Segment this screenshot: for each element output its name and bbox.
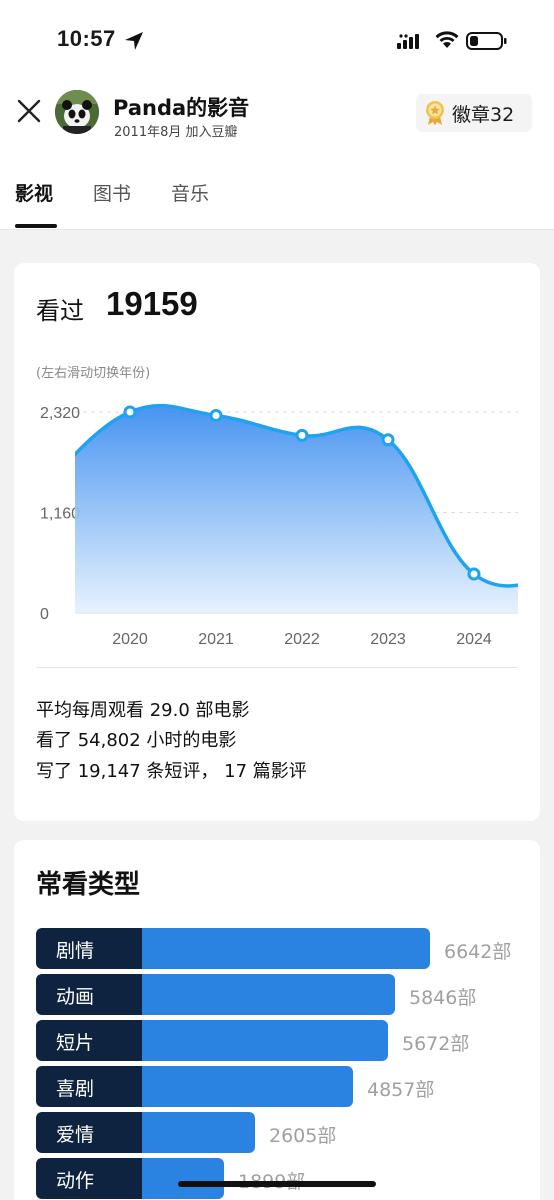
genre-label-box: 动画 [36, 974, 142, 1015]
y-tick-label: 1,160 [40, 506, 80, 523]
medal-icon [426, 101, 444, 125]
genre-label-box: 短片 [36, 1020, 142, 1061]
x-tick-label: 2020 [112, 631, 148, 648]
genre-label: 动作 [56, 1170, 95, 1192]
close-icon[interactable] [14, 96, 44, 126]
data-point[interactable] [467, 567, 481, 581]
x-tick-label: 2022 [284, 631, 320, 648]
genre-label: 剧情 [56, 940, 95, 962]
genre-bar [142, 1158, 224, 1199]
profile-header: Panda的影音 2011年8月 加入豆瓣 徽章32 [0, 78, 554, 166]
hours-watched-stat: 看了 54,802 小时的电影 [36, 730, 237, 751]
y-tick-label: 0 [40, 606, 49, 623]
status-bar: 10:57 [0, 0, 554, 78]
tab-movies[interactable]: 影视 [15, 179, 53, 206]
genre-bar [142, 974, 395, 1015]
genre-count: 5672部 [402, 1033, 470, 1055]
genre-label-box: 喜剧 [36, 1066, 142, 1107]
join-date: 2011年8月 加入豆瓣 [114, 125, 238, 140]
tab-music[interactable]: 音乐 [171, 179, 209, 206]
genre-count: 5846部 [409, 987, 477, 1009]
genre-label: 喜剧 [56, 1078, 95, 1100]
home-indicator [178, 1181, 376, 1187]
data-point[interactable] [123, 405, 137, 419]
tab-books[interactable]: 图书 [93, 179, 131, 206]
swipe-hint: (左右滑动切换年份) [36, 366, 151, 381]
genre-label-box: 剧情 [36, 928, 142, 969]
x-tick-label: 2021 [198, 631, 234, 648]
reviews-stat: 写了 19,147 条短评， 17 篇影评 [36, 761, 307, 782]
active-tab-indicator [15, 224, 57, 228]
badges-button[interactable]: 徽章32 [416, 94, 532, 132]
divider [36, 667, 518, 668]
area-fill [75, 405, 518, 613]
genre-label-box: 爱情 [36, 1112, 142, 1153]
genre-bar [142, 928, 430, 969]
location-arrow-icon [125, 32, 143, 50]
data-point[interactable] [381, 433, 395, 447]
genre-bar [142, 1112, 255, 1153]
data-point[interactable] [209, 408, 223, 422]
avatar[interactable] [55, 90, 99, 134]
genre-label: 动画 [56, 986, 95, 1008]
data-point[interactable] [295, 428, 309, 442]
watched-summary-card: 看过 19159 (左右滑动切换年份) 2,320 1,160 0 2020 2021 2… [14, 263, 540, 821]
panda-avatar-icon [55, 90, 99, 134]
wifi-icon [435, 31, 459, 48]
genre-count: 4857部 [367, 1079, 435, 1101]
x-tick-label: 2024 [456, 631, 492, 648]
watched-label: 看过 [36, 297, 84, 325]
genres-card: 常看类型 剧情 6642部动画 5846部短片 5672部喜剧 4857部爱情 2605部… [14, 840, 540, 1200]
genre-label: 爱情 [56, 1124, 95, 1146]
genre-bar [142, 1066, 353, 1107]
genre-count: 6642部 [444, 941, 512, 963]
x-tick-label: 2023 [370, 631, 406, 648]
genre-label: 短片 [56, 1032, 95, 1054]
yearly-watched-chart[interactable]: 2,320 1,160 0 2020 2021 2022 2023 2024 [14, 388, 540, 658]
status-time: 10:57 [57, 26, 116, 51]
genre-bar [142, 1020, 388, 1061]
genre-count: 2605部 [269, 1125, 337, 1147]
genres-title: 常看类型 [36, 870, 141, 900]
watched-count: 19159 [106, 285, 198, 322]
page-title: Panda的影音 [113, 96, 250, 120]
badges-label: 徽章32 [452, 103, 515, 126]
y-tick-label: 2,320 [40, 405, 80, 422]
avg-weekly-stat: 平均每周观看 29.0 部电影 [36, 700, 250, 721]
category-tabs: 影视 图书 音乐 [0, 166, 554, 230]
battery-icon [466, 32, 507, 50]
genre-label-box: 动作 [36, 1158, 142, 1199]
cellular-signal-icon [397, 34, 419, 49]
